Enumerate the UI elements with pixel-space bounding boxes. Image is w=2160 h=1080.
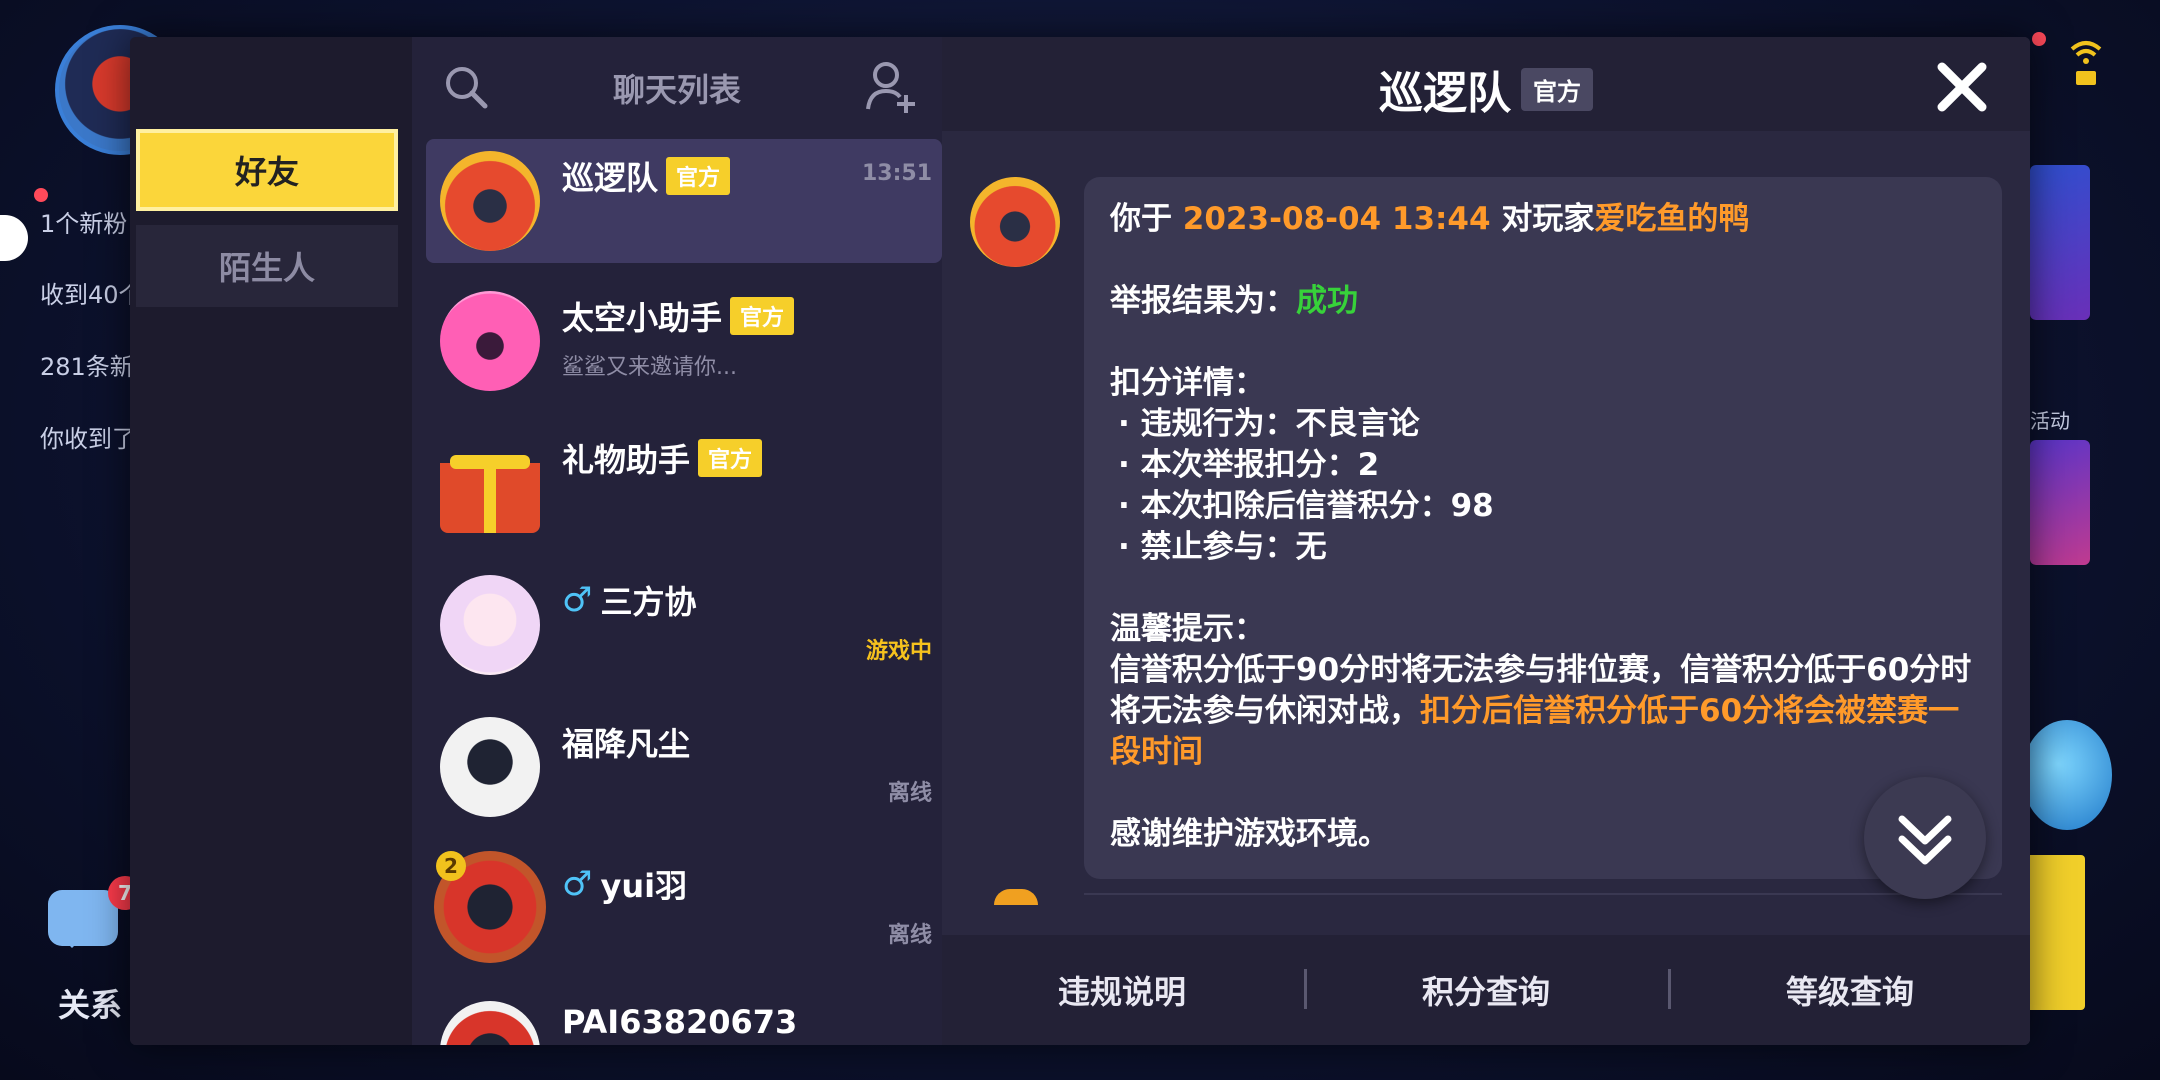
social-panel: 好友 陌生人 聊天列表 巡逻队 官方 13:51 太空小助手 官方 鲨鲨又来邀请… [130,37,2030,1045]
message-bubble: 你于 2023-08-04 13:44 对玩家爱吃鱼的鸭 举报结果为：成功 扣分… [1084,177,2002,879]
chat-list-header: 聊天列表 [412,37,942,133]
contact-name: 礼物助手 [562,441,691,479]
chat-list-title: 聊天列表 [612,71,741,109]
notice-text[interactable]: 1个新粉 [40,204,127,239]
tip-text: 信誉积分低于90分时将无法参与排位赛，信誉积分低于60分时将无法参与休闲对战，扣… [1110,650,1976,773]
avatar [440,151,540,251]
last-message-preview: 鲨鲨又来邀请你... [562,355,737,380]
result-value: 成功 [1296,283,1358,319]
result-label: 举报结果为： [1110,283,1296,319]
text: 对玩家 [1490,201,1595,237]
message-time: 13:51 [861,161,932,186]
deduct-item: · 违规行为：不良言论 [1118,406,1420,442]
category-tabs: 好友 陌生人 [130,37,412,1045]
sender-avatar[interactable] [970,177,1060,267]
side-handle[interactable] [0,215,28,261]
close-icon[interactable] [1934,59,1990,115]
avatar [440,575,540,675]
tab-friends[interactable]: 好友 [136,129,398,211]
deduct-item: · 本次举报扣分：2 [1118,447,1380,483]
contact-name: 太空小助手 [562,299,723,337]
thanks-text: 感谢维护游戏环境。 [1110,816,1389,852]
notice-text[interactable]: 你收到了 [40,419,136,454]
chat-list: 聊天列表 巡逻队 官方 13:51 太空小助手 官方 鲨鲨又来邀请你... 礼物… [412,37,942,1045]
next-avatar-peek [994,889,1038,905]
add-friend-icon[interactable] [864,59,918,115]
points-query-button[interactable]: 积分查询 [1306,935,1666,1045]
event-label[interactable]: 活动 [2030,405,2070,434]
tip-title: 温馨提示： [1110,611,1265,647]
chat-header: 巡逻队 官方 [942,37,2030,131]
event-banner[interactable] [2030,165,2090,320]
next-message-peek [1084,893,2002,907]
report-result: 举报结果为：成功 [1110,281,1976,322]
chat-item-patrol[interactable]: 巡逻队 官方 13:51 [426,139,942,263]
chat-item-space-helper[interactable]: 太空小助手 官方 鲨鲨又来邀请你... [426,279,942,403]
level-query-button[interactable]: 等级查询 [1670,935,2030,1045]
chat-item-yui[interactable]: 2 ♂ yui羽 离线 [426,847,942,971]
wifi-icon [2070,41,2102,85]
contact-name: 巡逻队 [562,159,659,197]
level-badge: 2 [436,851,466,881]
notice-text[interactable]: 281条新 [40,347,134,382]
event-card[interactable] [2030,440,2090,565]
chat-detail: 巡逻队 官方 你于 2023-08-04 13:44 对玩家爱吃鱼的鸭 举报结果… [942,37,2030,1045]
deduct-title: 扣分详情： [1110,365,1265,401]
online-status: 游戏中 [865,639,932,664]
avatar [440,1001,540,1045]
chat-item-fujiangfanchen[interactable]: 福降凡尘 离线 [426,705,942,829]
scroll-down-icon[interactable] [1864,777,1986,899]
chat-footer: 违规说明 积分查询 等级查询 [942,935,2030,1045]
avatar [440,717,540,817]
violation-rules-button[interactable]: 违规说明 [942,935,1302,1045]
relationship-label[interactable]: 关系 [58,980,122,1026]
tab-strangers[interactable]: 陌生人 [136,225,398,307]
official-badge: 官方 [698,439,763,477]
contact-name: yui羽 [600,867,688,905]
male-icon: ♂ [562,580,593,620]
contact-name: PAI63820673 [562,1003,798,1041]
online-status: 离线 [887,923,932,948]
deduct-item: · 禁止参与：无 [1118,529,1327,565]
official-badge: 官方 [1521,67,1593,111]
chat-item-gift-helper[interactable]: 礼物助手 官方 [426,421,942,545]
notice-text[interactable]: 收到40个 [40,275,143,310]
official-badge: 官方 [730,297,795,335]
chat-item-pai[interactable]: PAI63820673 [426,989,942,1045]
chat-title: 巡逻队 [1379,68,1511,119]
official-badge: 官方 [666,157,731,195]
online-status: 离线 [887,781,932,806]
chat-bubble-icon[interactable] [48,890,118,948]
avatar [440,291,540,391]
report-intro: 你于 2023-08-04 13:44 对玩家爱吃鱼的鸭 [1110,199,1976,240]
gift-icon [440,433,540,533]
chat-item-sanfangxie[interactable]: ♂ 三方协 游戏中 [426,563,942,687]
fish-mascot [2022,720,2112,830]
deduct-item: · 本次扣除后信誉积分：98 [1118,488,1494,524]
notification-dot [2032,32,2046,46]
male-icon: ♂ [562,864,593,904]
contact-name: 三方协 [600,583,697,621]
reported-player: 爱吃鱼的鸭 [1594,201,1750,237]
contact-name: 福降凡尘 [562,725,691,763]
report-datetime: 2023-08-04 13:44 [1182,201,1491,237]
yellow-card [2025,855,2085,1010]
text: 你于 [1110,201,1183,237]
notification-dot [34,188,48,202]
